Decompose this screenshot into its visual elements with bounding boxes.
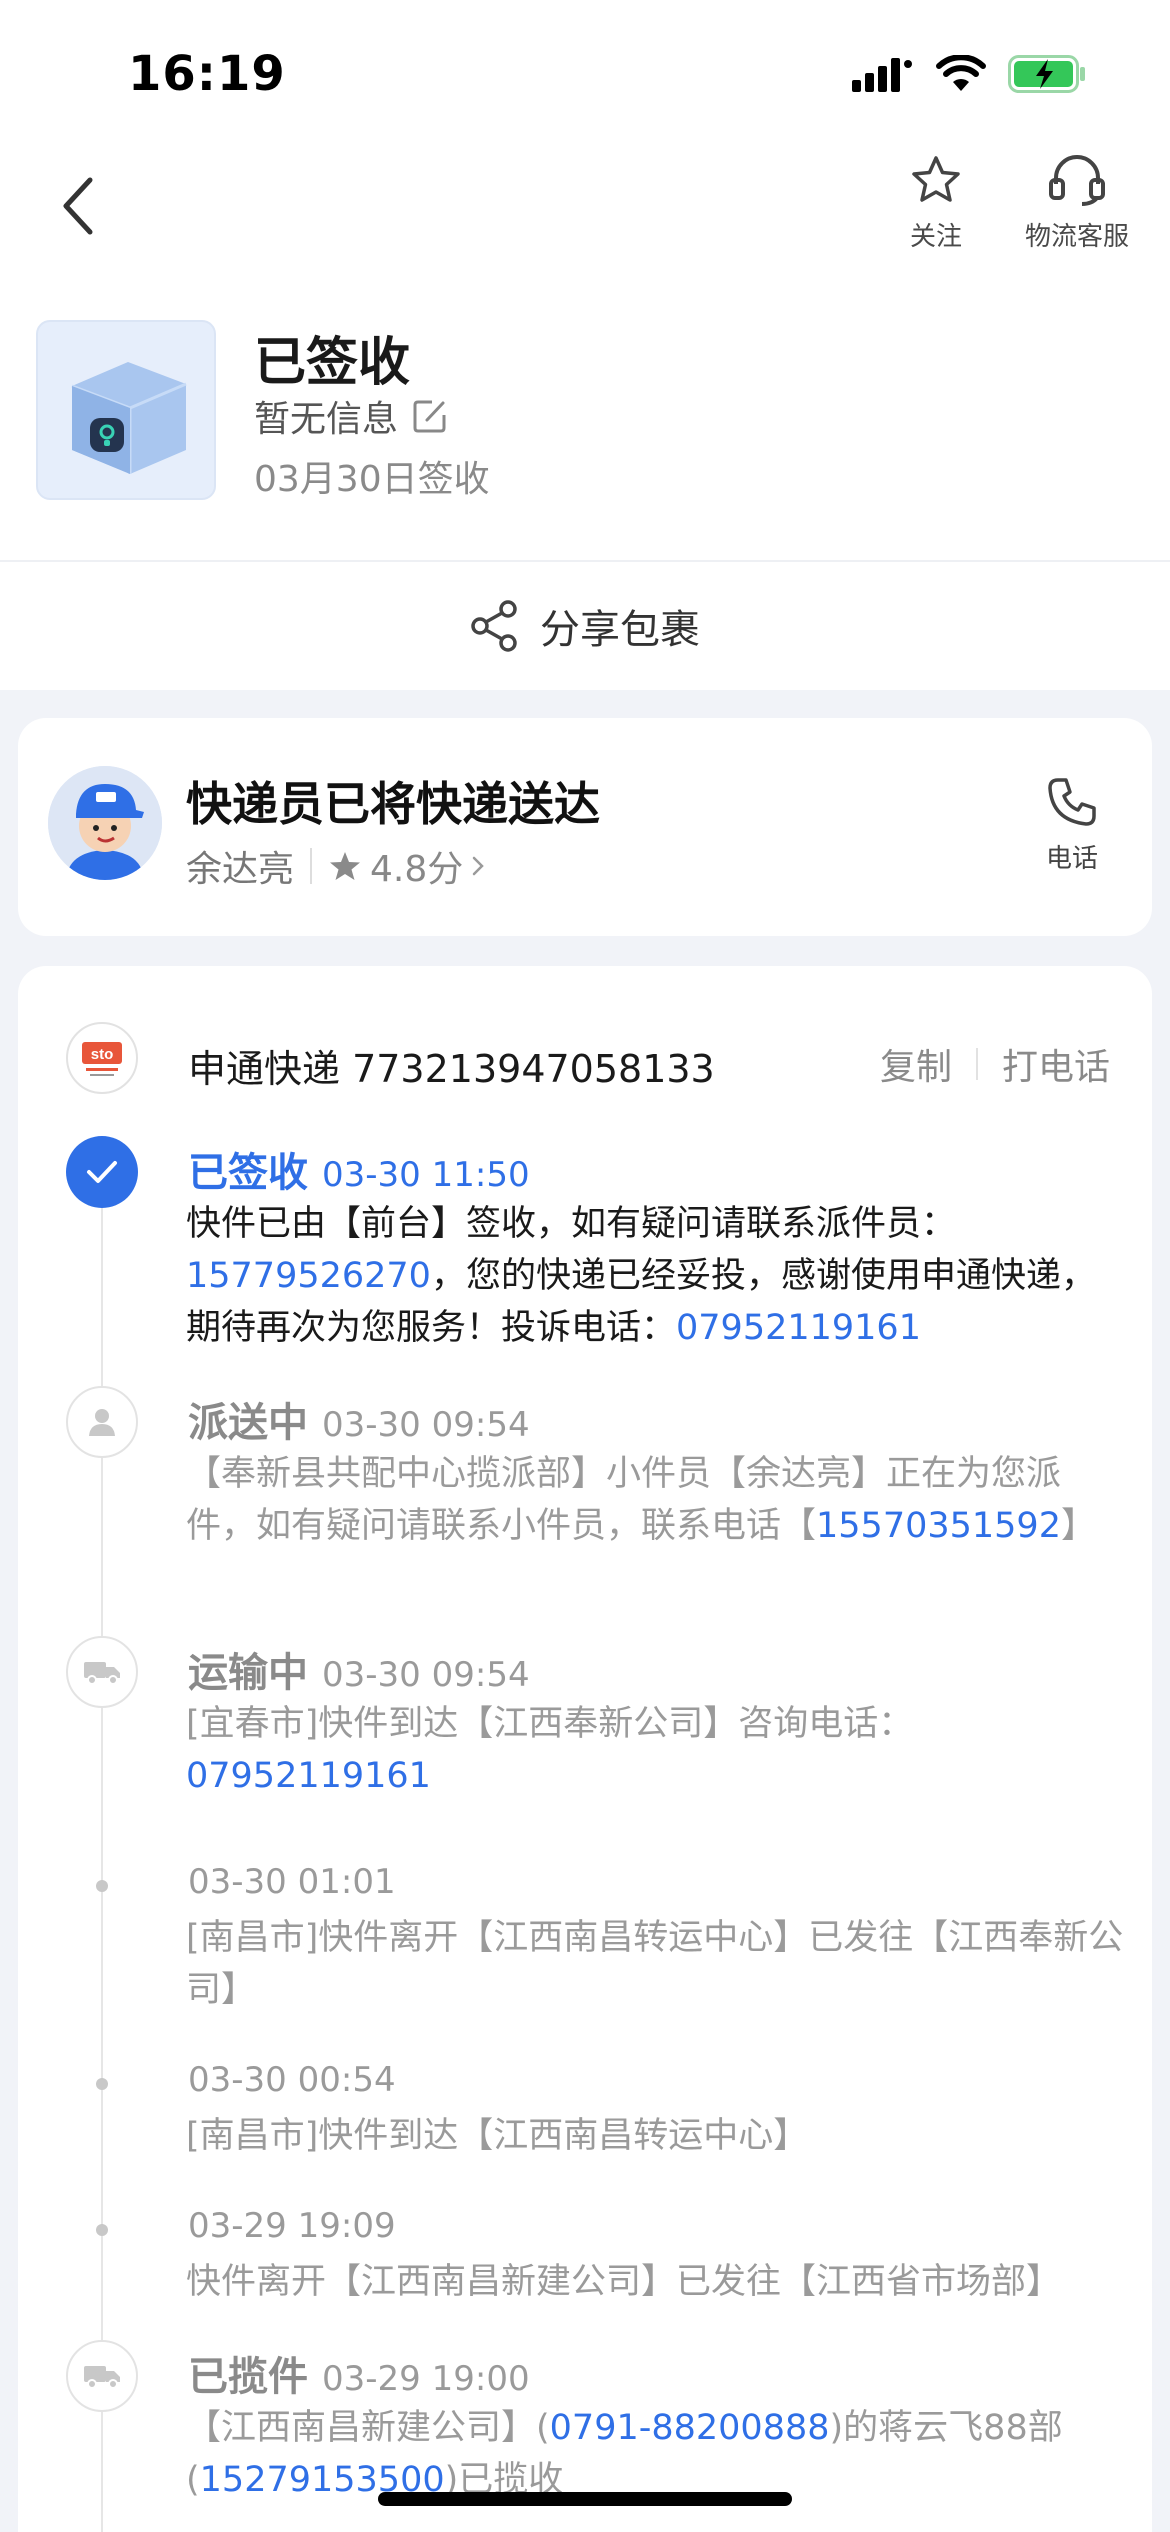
- courier-title: 快递员已将快递送达: [186, 777, 600, 831]
- event-text: [南昌市]快件离开【江西南昌转运中心】已发往【江西奉新公司】: [186, 1918, 1124, 2010]
- event-time: 03-30 09:54: [322, 1655, 530, 1695]
- check-icon: [66, 1136, 138, 1208]
- event-time: 03-30 00:54: [188, 2060, 396, 2100]
- package-summary: 已签收 暂无信息 03月30日签收: [36, 318, 1136, 504]
- event-time: 03-29 19:00: [322, 2359, 530, 2399]
- nav-bar: 关注 物流客服: [0, 140, 1170, 280]
- package-note: 暂无信息: [254, 399, 399, 440]
- svg-text:sto: sto: [91, 1046, 114, 1063]
- battery-charging-icon: [1008, 55, 1085, 93]
- event-description: 快件离开【江西南昌新建公司】已发往【江西省市场部】: [186, 2256, 1126, 2308]
- package-box-icon: [71, 362, 187, 474]
- event-text: 快件已由【前台】签收，如有疑问请联系派件员：: [186, 1204, 957, 1244]
- star-rating-icon: [330, 852, 361, 880]
- customer-service-button[interactable]: 物流客服: [1012, 154, 1142, 253]
- status-icons: [852, 52, 1088, 96]
- follow-button[interactable]: 关注: [898, 154, 974, 253]
- event-time: 03-30 09:54: [322, 1405, 530, 1445]
- home-indicator[interactable]: [378, 2492, 792, 2506]
- event-status: 已揽件: [188, 2354, 308, 2400]
- share-package-button[interactable]: 分享包裹: [0, 562, 1170, 690]
- event-text: 【江西南昌新建公司】(: [186, 2408, 550, 2448]
- event-header: 03-30 00:54: [188, 2060, 396, 2100]
- timeline-dot: [96, 2224, 108, 2236]
- phone-link[interactable]: 15570351592: [816, 1506, 1061, 1546]
- phone-link[interactable]: 07952119161: [186, 1756, 431, 1796]
- courier-avatar: [48, 766, 162, 880]
- package-status: 已签收: [254, 333, 411, 393]
- event-description: 快件已由【前台】签收，如有疑问请联系派件员：15779526270，您的快递已经…: [186, 1198, 1126, 1354]
- event-status: 已签收: [188, 1150, 308, 1196]
- timeline: sto 申通快递 773213947058133 复制 打电话 已签收 03-3…: [18, 966, 1152, 2532]
- event-header: 已揽件 03-29 19:00: [188, 2344, 530, 2402]
- package-thumbnail: [36, 320, 216, 500]
- event-header: 03-29 19:09: [188, 2206, 396, 2246]
- event-header: 运输中 03-30 09:54: [188, 1640, 530, 1698]
- header-area: 16:19 关注 物流客服 已签收 暂无信息 03月30日签收 分享包裹: [0, 0, 1170, 690]
- event-text: 快件离开【江西南昌新建公司】已发往【江西省市场部】: [186, 2262, 1062, 2302]
- event-text: [宜春市]快件到达【江西奉新公司】咨询电话：: [186, 1704, 914, 1744]
- courier-info: 余达亮 4.8分: [186, 840, 485, 892]
- timeline-dot: [96, 2078, 108, 2090]
- share-label: 分享包裹: [540, 607, 700, 653]
- headset-icon: [1049, 155, 1105, 206]
- divider: [975, 1048, 978, 1080]
- phone-label: 电话: [1045, 844, 1098, 874]
- package-note-row[interactable]: 暂无信息: [254, 390, 450, 442]
- person-icon: [66, 1386, 138, 1458]
- star-icon: [912, 156, 960, 202]
- back-chevron-icon: [63, 177, 93, 235]
- back-button[interactable]: [50, 170, 106, 242]
- phone-link[interactable]: 07952119161: [676, 1308, 921, 1348]
- divider: [310, 848, 313, 884]
- event-status: 运输中: [188, 1650, 308, 1696]
- phone-link[interactable]: 0791-88200888: [550, 2408, 830, 2448]
- event-time: 03-30 11:50: [322, 1155, 530, 1195]
- event-description: 【奉新县共配中心揽派部】小件员【余达亮】正在为您派件，如有疑问请联系小件员，联系…: [186, 1448, 1126, 1552]
- status-bar: 16:19: [0, 0, 1170, 140]
- copy-button[interactable]: 复制: [880, 1038, 952, 1090]
- event-time: 03-29 19:09: [188, 2206, 396, 2246]
- courier-card[interactable]: 快递员已将快递送达 余达亮 4.8分 电话: [18, 718, 1152, 936]
- page: 16:19 关注 物流客服 已签收 暂无信息 03月30日签收 分享包裹 快递员…: [0, 0, 1170, 2532]
- carrier-row: sto 申通快递 773213947058133 复制 打电话: [18, 1010, 1152, 1110]
- event-description: 【江西南昌新建公司】(0791-88200888)的蒋云飞88部(1527915…: [186, 2402, 1126, 2506]
- share-icon: [471, 600, 517, 652]
- courier-name: 余达亮: [186, 849, 295, 890]
- courier-avatar-image: [48, 766, 162, 880]
- call-courier-button[interactable]: 电话: [1032, 774, 1112, 875]
- chevron-right-icon: [473, 856, 485, 876]
- event-status: 派送中: [188, 1400, 308, 1446]
- edit-icon[interactable]: [410, 396, 450, 436]
- courier-rating[interactable]: 4.8分: [328, 840, 485, 892]
- event-header: 03-30 01:01: [188, 1862, 396, 1902]
- carrier-actions: 复制 打电话: [880, 1038, 1110, 1090]
- event-text: 】: [1060, 1506, 1096, 1546]
- phone-icon: [1048, 778, 1096, 826]
- sto-logo-icon: sto: [66, 1022, 138, 1094]
- carrier-tracking-number: 申通快递 773213947058133: [188, 1047, 715, 1091]
- call-carrier-button[interactable]: 打电话: [1002, 1038, 1110, 1090]
- event-header: 派送中 03-30 09:54: [188, 1390, 530, 1448]
- signal-icon: [852, 58, 912, 92]
- follow-label: 关注: [909, 222, 962, 252]
- event-time: 03-30 01:01: [188, 1862, 396, 1902]
- timeline-line: [101, 1178, 103, 2532]
- wifi-icon: [936, 55, 986, 91]
- event-description: [宜春市]快件到达【江西奉新公司】咨询电话： 07952119161: [186, 1698, 1126, 1802]
- service-label: 物流客服: [1024, 222, 1129, 252]
- phone-link[interactable]: 15779526270: [186, 1256, 431, 1296]
- truck-icon: [66, 2340, 138, 2412]
- timeline-dot: [96, 1880, 108, 1892]
- signed-date: 03月30日签收: [254, 459, 490, 500]
- status-time: 16:19: [128, 46, 286, 102]
- sto-logo-graphic: sto: [82, 1042, 122, 1076]
- event-description: [南昌市]快件离开【江西南昌转运中心】已发往【江西奉新公司】: [186, 1912, 1126, 2016]
- truck-icon: [66, 1636, 138, 1708]
- event-text: [南昌市]快件到达【江西南昌转运中心】: [186, 2116, 809, 2156]
- rating-value: 4.8分: [370, 849, 464, 890]
- tracking-card: sto 申通快递 773213947058133 复制 打电话 已签收 03-3…: [18, 966, 1152, 2532]
- event-header: 已签收 03-30 11:50: [188, 1140, 530, 1198]
- event-description: [南昌市]快件到达【江西南昌转运中心】: [186, 2110, 1126, 2162]
